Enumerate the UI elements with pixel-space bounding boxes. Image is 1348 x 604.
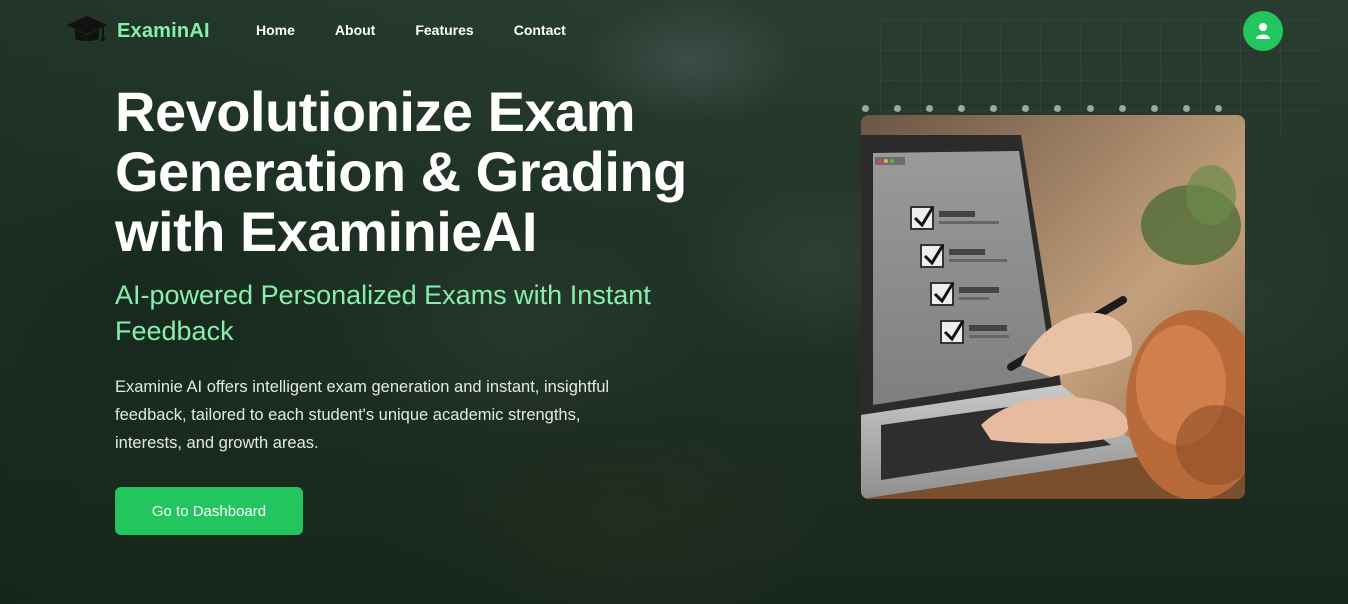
- user-profile-button[interactable]: [1243, 11, 1283, 51]
- decorative-dots: [862, 105, 1222, 115]
- dot: [1214, 105, 1222, 112]
- nav-links: Home About Features Contact: [256, 22, 566, 38]
- nav-link-features[interactable]: Features: [415, 22, 473, 38]
- hero-subtitle: AI-powered Personalized Exams with Insta…: [115, 280, 651, 346]
- top-navbar: ExaminAI Home About Features Contact: [0, 0, 1348, 64]
- dot: [1022, 105, 1030, 112]
- dot: [1086, 105, 1094, 112]
- graduation-cap-icon: [67, 16, 107, 41]
- nav-link-contact[interactable]: Contact: [514, 22, 566, 38]
- nav-link-home[interactable]: Home: [256, 22, 295, 38]
- hero-description: Examinie AI offers intelligent exam gene…: [115, 378, 610, 452]
- dot: [958, 105, 966, 112]
- laptop-checklist-image: [861, 115, 1245, 499]
- hero-title: Revolutionize Exam Generation & Grading …: [115, 82, 775, 262]
- dot: [990, 105, 998, 112]
- dot: [1118, 105, 1126, 112]
- hero-title-line-1: Revolutionize Exam: [115, 80, 636, 143]
- brand-name: ExaminAI: [117, 19, 210, 42]
- nav-link-about[interactable]: About: [335, 22, 375, 38]
- dot: [1182, 105, 1190, 112]
- user-icon: [1256, 23, 1270, 39]
- brand-logo[interactable]: ExaminAI: [66, 14, 210, 48]
- go-to-dashboard-button[interactable]: Go to Dashboard: [115, 487, 303, 535]
- dot: [1054, 105, 1062, 112]
- dot: [894, 105, 902, 112]
- hero-title-line-2: Generation & Grading: [115, 140, 687, 203]
- dot: [862, 105, 869, 112]
- dot: [926, 105, 934, 112]
- hero-illustration: [861, 115, 1245, 499]
- hero-title-line-3: with ExaminieAI: [115, 200, 537, 263]
- dot: [1150, 105, 1158, 112]
